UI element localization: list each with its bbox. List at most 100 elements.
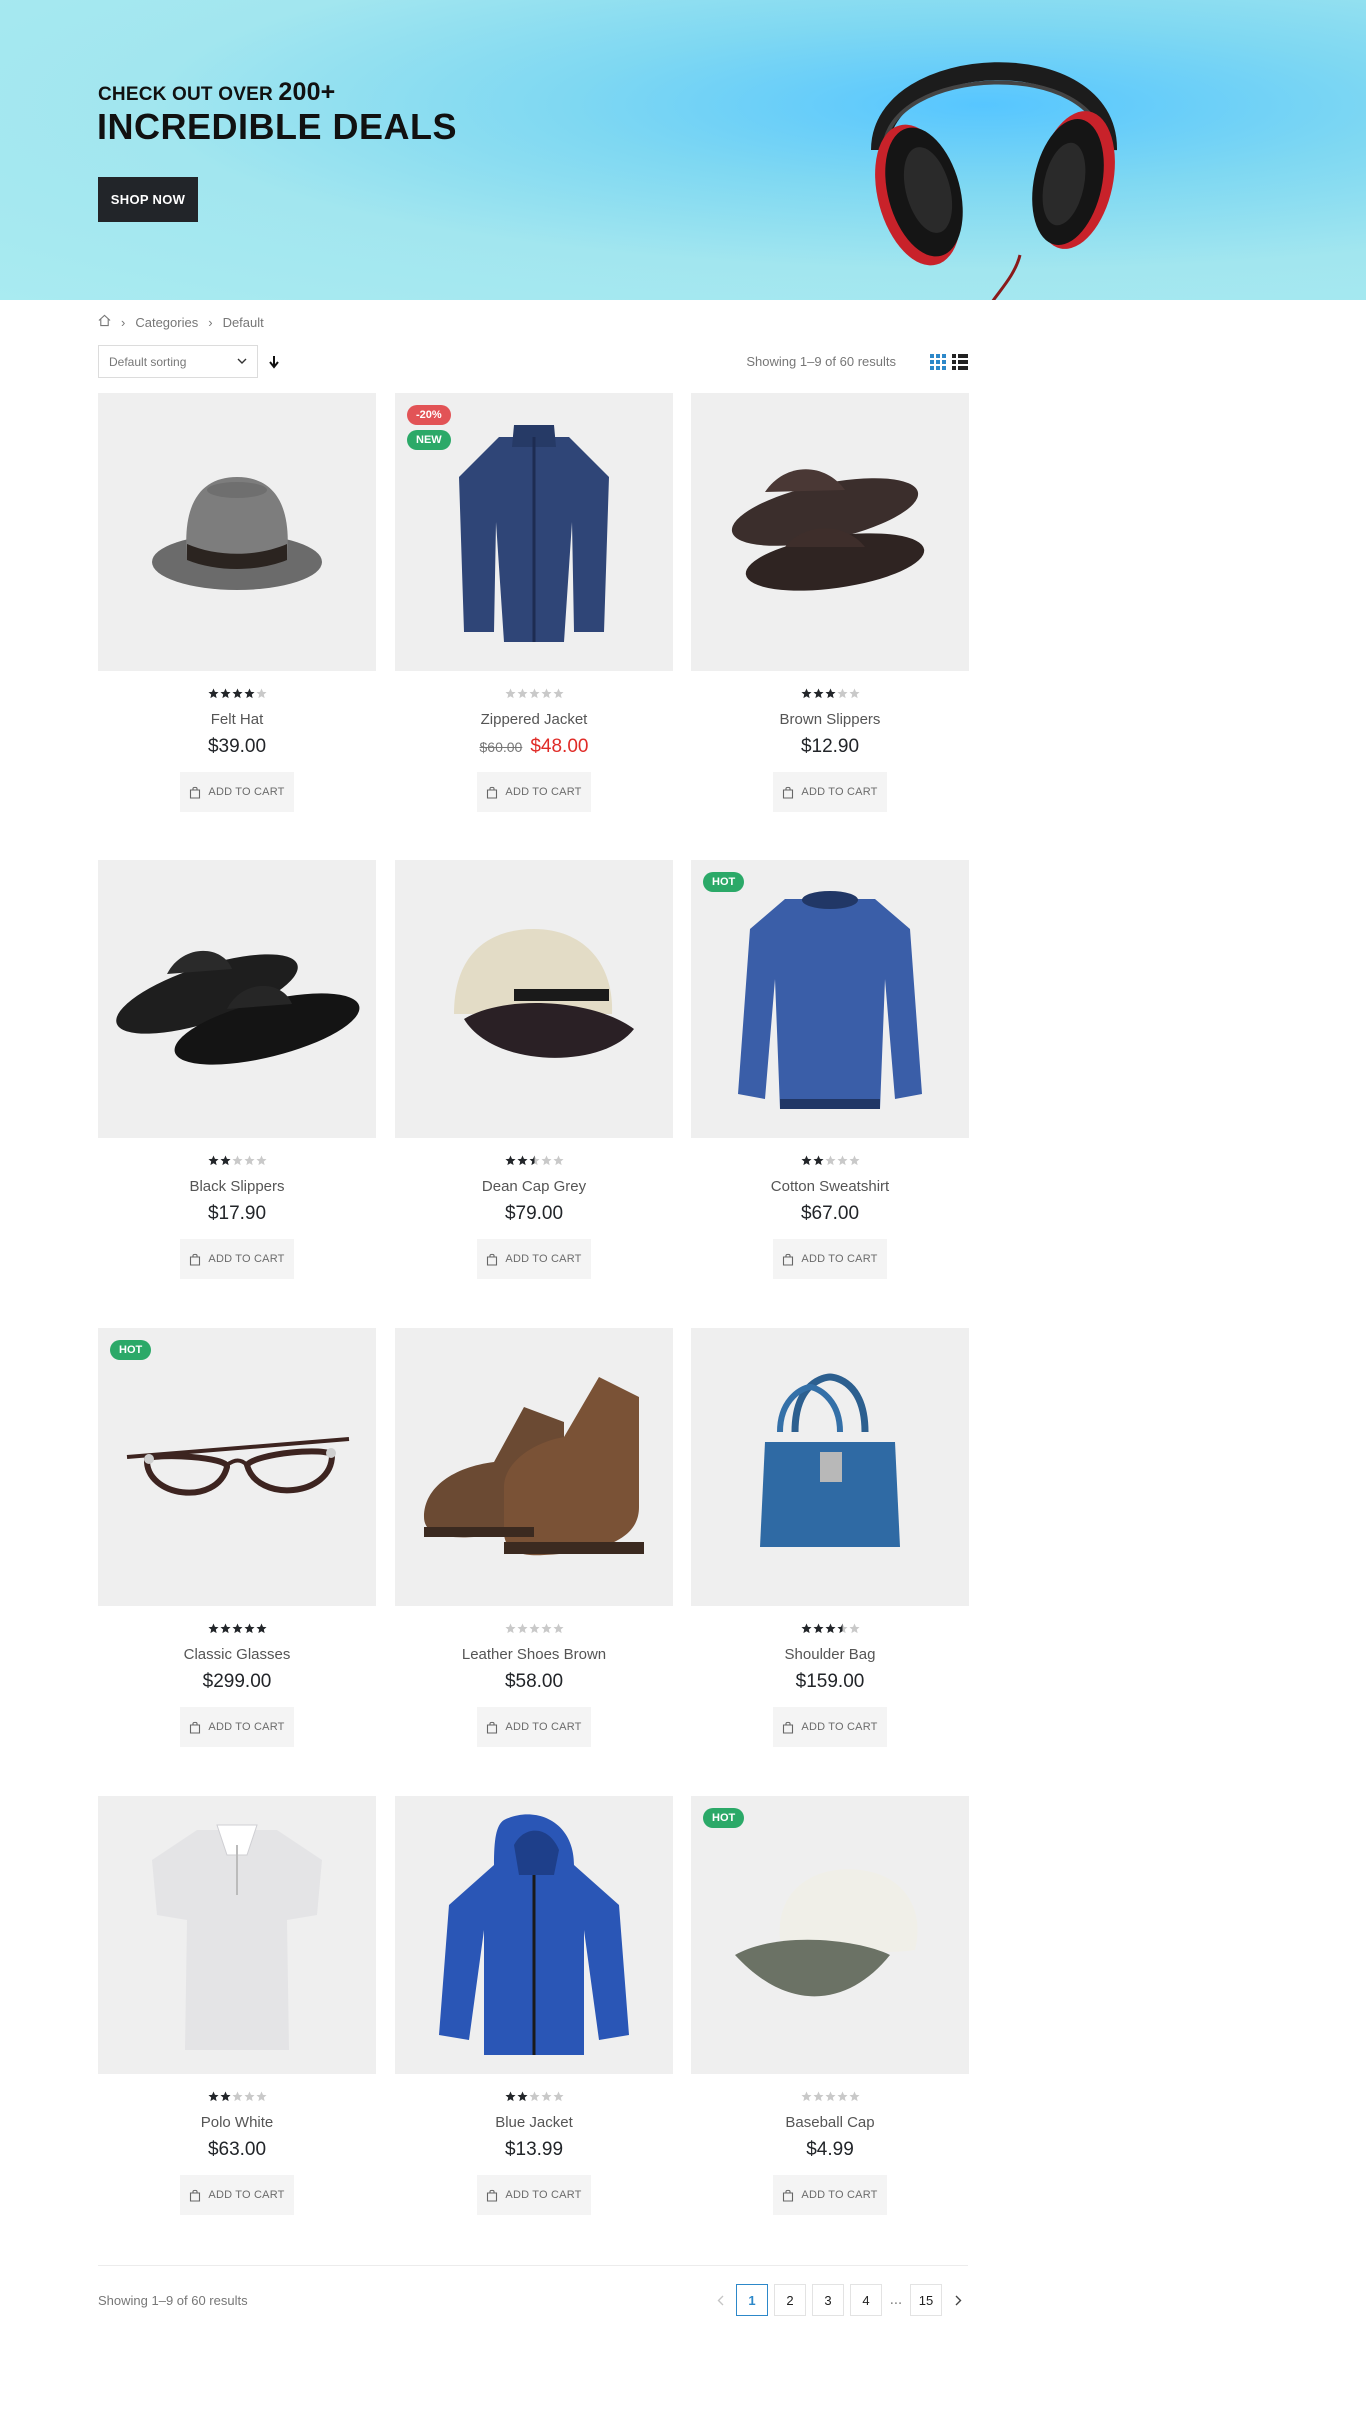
product-card[interactable]: Polo White $63.00 ADD TO CART [98, 1796, 376, 2215]
product-name[interactable]: Cotton Sweatshirt [691, 1178, 969, 1195]
product-name[interactable]: Blue Jacket [395, 2114, 673, 2131]
page-link-3[interactable]: 3 [812, 2284, 844, 2316]
product-name[interactable]: Zippered Jacket [395, 711, 673, 728]
banner-headline: INCREDIBLE DEALS [97, 106, 458, 147]
product-badge: HOT [110, 1340, 152, 1360]
add-to-cart-label: ADD TO CART [505, 2189, 582, 2201]
product-card[interactable]: Felt Hat $39.00 ADD TO CART [98, 393, 376, 812]
add-to-cart-label: ADD TO CART [208, 1721, 285, 1733]
shop-now-button[interactable]: SHOP NOW [98, 177, 198, 222]
add-to-cart-button[interactable]: ADD TO CART [477, 772, 591, 812]
add-to-cart-button[interactable]: ADD TO CART [773, 772, 887, 812]
product-card[interactable]: Blue Jacket $13.99 ADD TO CART [395, 1796, 673, 2215]
product-name[interactable]: Black Slippers [98, 1178, 376, 1195]
product-price: $58.00 [395, 1671, 673, 1693]
breadcrumb-separator-icon: › [208, 314, 213, 330]
product-card[interactable]: Leather Shoes Brown $58.00 ADD TO CART [395, 1328, 673, 1747]
product-badge: -20% [407, 405, 451, 425]
product-card[interactable]: HOT Classic Glasses $299.00 ADD TO CART [98, 1328, 376, 1747]
product-image[interactable]: HOT [98, 1328, 376, 1606]
shopping-bag-icon [783, 786, 794, 799]
add-to-cart-button[interactable]: ADD TO CART [773, 2175, 887, 2215]
product-image[interactable]: HOT [691, 860, 969, 1138]
product-image[interactable]: -20% NEW [395, 393, 673, 671]
page-link-last[interactable]: 15 [910, 2284, 942, 2316]
product-card[interactable]: Brown Slippers $12.90 ADD TO CART [691, 393, 969, 812]
product-price: $39.00 [98, 736, 376, 758]
product-name[interactable]: Classic Glasses [98, 1646, 376, 1663]
product-price-value: $4.99 [806, 2139, 854, 2160]
product-price-value: $39.00 [207, 736, 267, 757]
product-image[interactable] [395, 1328, 673, 1606]
product-name[interactable]: Dean Cap Grey [395, 1178, 673, 1195]
add-to-cart-button[interactable]: ADD TO CART [180, 1707, 294, 1747]
add-to-cart-button[interactable]: ADD TO CART [477, 1239, 591, 1279]
next-page-icon[interactable] [948, 2284, 968, 2316]
add-to-cart-button[interactable]: ADD TO CART [773, 1707, 887, 1747]
star-rating-icon [98, 688, 376, 700]
add-to-cart-button[interactable]: ADD TO CART [180, 2175, 294, 2215]
product-card[interactable]: Black Slippers $17.90 ADD TO CART [98, 860, 376, 1279]
product-badge: HOT [703, 872, 745, 892]
star-rating-icon [691, 688, 969, 700]
divider [98, 2265, 968, 2266]
page-link-2[interactable]: 2 [774, 2284, 806, 2316]
product-card[interactable]: HOT Baseball Cap $4.99 ADD TO CART [691, 1796, 969, 2215]
page-ellipsis: ... [889, 2292, 903, 2308]
product-image[interactable] [395, 1796, 673, 2074]
product-image[interactable] [691, 1328, 969, 1606]
product-image[interactable] [98, 1796, 376, 2074]
page-link-4[interactable]: 4 [850, 2284, 882, 2316]
sort-select[interactable]: Default sorting [98, 345, 258, 378]
page-link-1[interactable]: 1 [736, 2284, 768, 2316]
add-to-cart-label: ADD TO CART [801, 2189, 878, 2201]
add-to-cart-label: ADD TO CART [801, 1721, 878, 1733]
chevron-down-icon [237, 358, 247, 364]
product-price-value: $67.00 [800, 1203, 860, 1224]
add-to-cart-button[interactable]: ADD TO CART [477, 2175, 591, 2215]
product-price: $13.99 [395, 2139, 673, 2161]
product-name[interactable]: Baseball Cap [691, 2114, 969, 2131]
add-to-cart-label: ADD TO CART [505, 1721, 582, 1733]
breadcrumb-separator-icon: › [121, 314, 126, 330]
add-to-cart-label: ADD TO CART [801, 786, 878, 798]
product-image[interactable] [395, 860, 673, 1138]
add-to-cart-button[interactable]: ADD TO CART [180, 772, 294, 812]
product-name[interactable]: Brown Slippers [691, 711, 969, 728]
star-rating-icon [395, 2091, 673, 2103]
product-price-value: $63.00 [207, 2139, 267, 2160]
product-card[interactable]: Dean Cap Grey $79.00 ADD TO CART [395, 860, 673, 1279]
product-image[interactable] [98, 393, 376, 671]
product-image[interactable] [691, 393, 969, 671]
sort-direction-icon[interactable] [266, 353, 282, 371]
product-name[interactable]: Polo White [98, 2114, 376, 2131]
star-rating-icon [691, 2091, 969, 2103]
product-price: $67.00 [691, 1203, 969, 1225]
star-rating-icon [98, 1623, 376, 1635]
shopping-bag-icon [783, 1253, 794, 1266]
product-image[interactable] [98, 860, 376, 1138]
add-to-cart-button[interactable]: ADD TO CART [773, 1239, 887, 1279]
shopping-bag-icon [190, 2189, 201, 2202]
product-image[interactable]: HOT [691, 1796, 969, 2074]
product-price: $79.00 [395, 1203, 673, 1225]
product-price-value: $17.90 [207, 1203, 267, 1224]
add-to-cart-label: ADD TO CART [208, 1253, 285, 1265]
breadcrumb-categories[interactable]: Categories [135, 315, 198, 330]
list-view-icon[interactable] [952, 354, 968, 374]
product-name[interactable]: Shoulder Bag [691, 1646, 969, 1663]
home-icon[interactable] [98, 314, 111, 330]
product-card[interactable]: Shoulder Bag $159.00 ADD TO CART [691, 1328, 969, 1747]
star-rating-icon [691, 1623, 969, 1635]
grid-view-icon[interactable] [930, 354, 946, 374]
product-badge: HOT [703, 1808, 745, 1828]
product-card[interactable]: -20% NEW Zippered Jacket $60.00 $48.00 ADD… [395, 393, 673, 812]
prev-page-icon[interactable] [710, 2284, 730, 2316]
add-to-cart-button[interactable]: ADD TO CART [180, 1239, 294, 1279]
product-card[interactable]: HOT Cotton Sweatshirt $67.00 ADD TO CART [691, 860, 969, 1279]
product-name[interactable]: Felt Hat [98, 711, 376, 728]
product-price: $12.90 [691, 736, 969, 758]
shopping-bag-icon [190, 1721, 201, 1734]
add-to-cart-button[interactable]: ADD TO CART [477, 1707, 591, 1747]
product-name[interactable]: Leather Shoes Brown [395, 1646, 673, 1663]
